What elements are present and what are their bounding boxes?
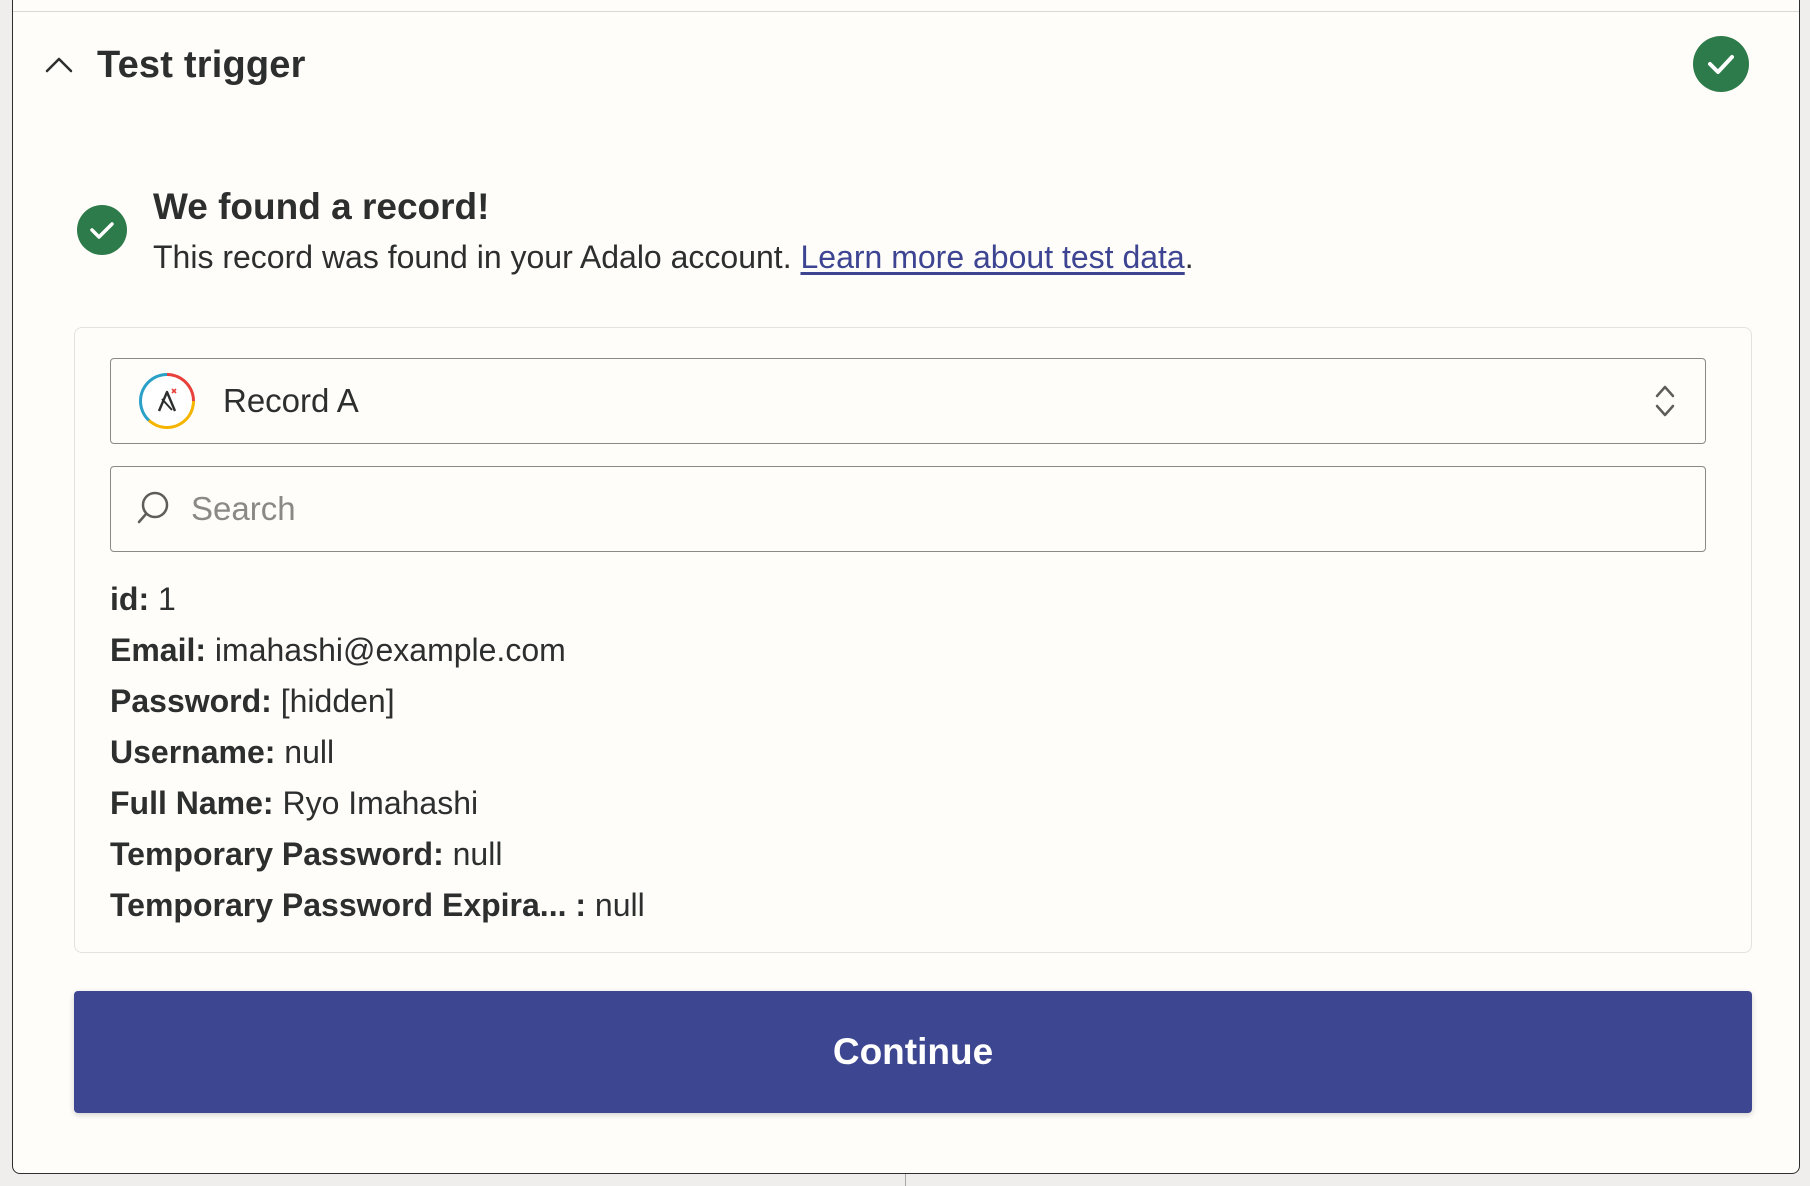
field-value: imahashi@example.com xyxy=(206,632,566,668)
learn-more-link[interactable]: Learn more about test data xyxy=(800,239,1184,275)
result-description: This record was found in your Adalo acco… xyxy=(153,231,1194,283)
divider xyxy=(905,1174,906,1186)
adalo-logo-icon xyxy=(139,373,195,429)
field-key: Full Name: xyxy=(110,785,274,821)
search-input[interactable] xyxy=(191,490,1591,528)
chevron-up-icon[interactable] xyxy=(41,47,77,83)
field-value: [hidden] xyxy=(271,683,395,719)
record-card: Record A id: 1 Email: imahashi@example.c… xyxy=(74,327,1752,953)
field-value: null xyxy=(586,887,645,923)
chevron-up-down-icon xyxy=(1653,381,1677,426)
field-row: Password: [hidden] xyxy=(110,676,645,727)
result-message: We found a record! This record was found… xyxy=(77,183,1194,283)
test-trigger-panel: Test trigger We found a record! This rec… xyxy=(12,0,1800,1174)
field-key: Temporary Password Expira... : xyxy=(110,887,587,923)
record-select[interactable]: Record A xyxy=(110,358,1706,444)
result-period: . xyxy=(1184,239,1194,275)
divider xyxy=(13,11,1799,12)
field-row: Full Name: Ryo Imahashi xyxy=(110,778,645,829)
search-icon xyxy=(133,487,173,532)
field-value: null xyxy=(275,734,335,770)
field-value: Ryo Imahashi xyxy=(273,785,479,821)
section-header[interactable]: Test trigger xyxy=(41,37,306,93)
field-value: 1 xyxy=(149,581,176,617)
field-row: Temporary Password Expira... : null xyxy=(110,880,645,931)
field-key: Email: xyxy=(110,632,207,668)
field-key: Temporary Password: xyxy=(110,836,444,872)
field-row: Email: imahashi@example.com xyxy=(110,625,645,676)
section-title: Test trigger xyxy=(97,43,306,86)
field-row: id: 1 xyxy=(110,574,645,625)
field-key: Password: xyxy=(110,683,272,719)
field-value: null xyxy=(443,836,503,872)
continue-button[interactable]: Continue xyxy=(74,991,1752,1113)
field-key: id: xyxy=(110,581,150,617)
search-field[interactable] xyxy=(110,466,1706,552)
result-description-text: This record was found in your Adalo acco… xyxy=(153,239,801,275)
result-title: We found a record! xyxy=(153,186,490,227)
success-check-icon xyxy=(77,205,127,255)
success-check-icon xyxy=(1693,36,1749,92)
selected-record: Record A xyxy=(223,382,359,419)
field-row: Username: null xyxy=(110,727,645,778)
field-row: Temporary Password: null xyxy=(110,829,645,880)
record-fields: id: 1 Email: imahashi@example.com Passwo… xyxy=(110,574,645,931)
field-key: Username: xyxy=(110,734,276,770)
